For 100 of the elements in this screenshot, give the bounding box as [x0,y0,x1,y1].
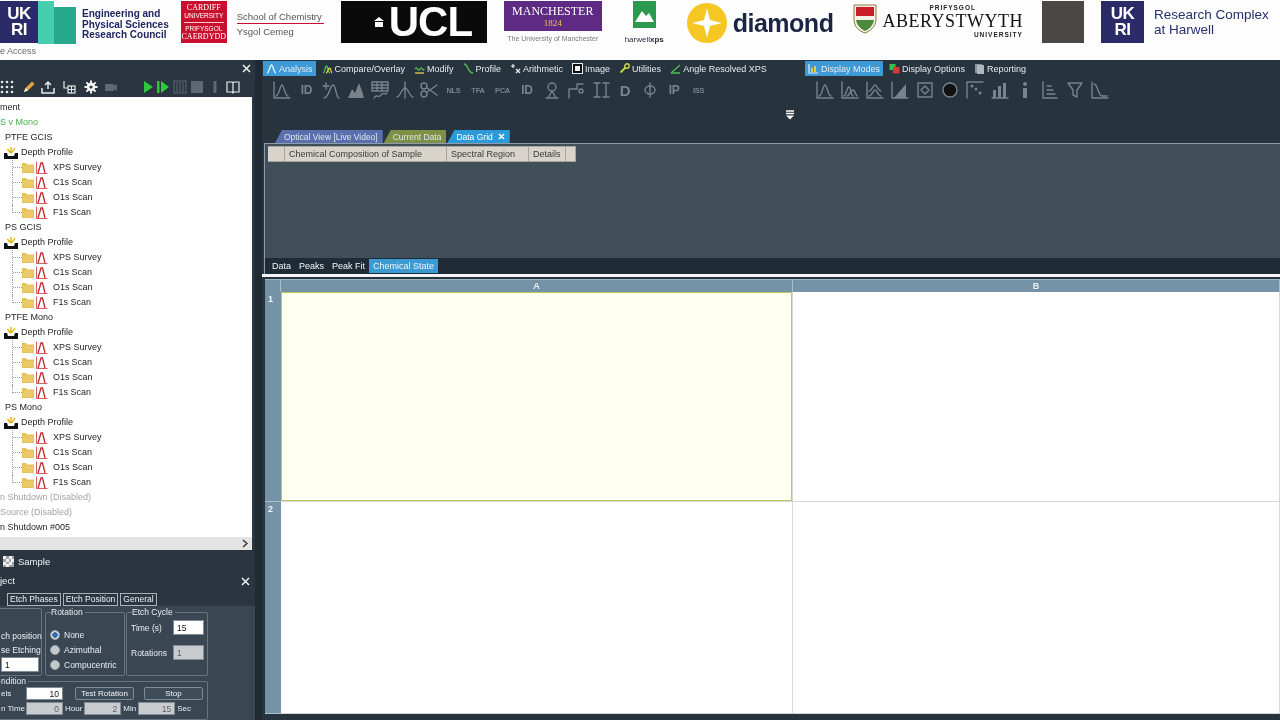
grid-cell[interactable] [281,502,793,714]
tree-item[interactable]: C1s Scan [53,176,93,189]
view-tab[interactable]: Peak Fit [328,259,370,273]
tree-item[interactable]: XPS Survey [53,341,102,354]
tree-item[interactable]: O1s Scan [53,191,93,204]
tree-item[interactable]: PS Mono [5,401,43,414]
option-label: Azimuthal [64,644,102,657]
tree-item[interactable]: F1s Scan [53,296,92,309]
funnel-icon[interactable] [1065,80,1085,100]
tree-item[interactable]: PS GCIS [5,221,42,234]
ribbon-tab[interactable]: Profile [459,61,505,76]
banner-caption: e Access [0,46,37,57]
tree-item[interactable]: O1s Scan [53,461,93,474]
radio-button[interactable] [50,645,60,655]
ribbon-tab[interactable]: Arithmetic [507,61,567,76]
close-icon[interactable] [242,64,251,73]
gear-icon[interactable] [84,80,98,94]
ribbon-tab[interactable]: Reporting [971,61,1030,76]
add-peak-icon[interactable] [321,80,341,100]
panel-tab[interactable]: Sample [0,553,51,569]
play-icon[interactable] [141,80,155,94]
book-icon[interactable] [226,80,240,94]
bar-chart-icon[interactable] [990,80,1010,100]
split-curve-icon[interactable] [394,80,415,100]
grid-dots-icon[interactable] [0,80,14,94]
ribbon-tab[interactable]: Compare/Overlay [318,61,409,76]
document-tab[interactable]: Optical View [Live Video] [275,130,383,143]
folder-icon [22,192,34,203]
grid-cell[interactable] [793,292,1280,502]
tree-item[interactable]: O1s Scan [53,371,93,384]
input-field[interactable]: 1 [1,657,39,672]
input-field[interactable]: 15 [173,620,204,635]
tree-item[interactable]: XPS Survey [53,431,102,444]
chart-icon [808,63,819,74]
tree-item[interactable]: PTFE GCIS [5,131,53,144]
table-header-cell[interactable]: Details [529,146,566,162]
ball-icon[interactable] [940,80,960,100]
input-field[interactable]: 10 [26,687,63,700]
ribbon-tab[interactable]: Modify [411,61,457,76]
framed-square-icon[interactable] [915,80,935,100]
grid-cell[interactable] [793,502,1280,714]
building-icon [372,16,385,28]
radio-button[interactable] [50,630,60,640]
ribbon-tab[interactable]: Display Options [886,61,969,76]
tree-item[interactable]: Depth Profile [21,416,74,429]
tray-icon[interactable] [41,80,55,94]
tree-item[interactable]: XPS Survey [53,251,102,264]
ribbon-tab[interactable]: Image [569,61,614,76]
tree-item[interactable]: ment [0,101,20,114]
radio-button[interactable] [50,660,60,670]
stacked-peaks-icon[interactable] [865,80,885,100]
chevron-right-icon[interactable] [242,539,248,548]
logo-text: CARDIFF [186,3,221,12]
tree-item[interactable]: PTFE Mono [5,311,53,324]
axis-icon[interactable] [1040,80,1060,100]
tree-item[interactable]: C1s Scan [53,356,93,369]
tree-item[interactable]: O1s Scan [53,281,93,294]
table-icon[interactable] [370,80,390,100]
grid-cell[interactable] [281,292,793,502]
tree-item[interactable]: C1s Scan [53,266,93,279]
view-tab[interactable]: Data [268,259,295,273]
view-tab[interactable]: Peaks [295,259,329,273]
group-title: Rotation [51,608,84,617]
ribbon-tab[interactable]: Utilities [616,61,665,76]
step-curve-icon[interactable] [1090,80,1110,100]
tree-grid-icon[interactable] [62,80,76,94]
tree-item[interactable]: F1s Scan [53,206,92,219]
close-icon[interactable] [241,576,250,586]
tree-item[interactable]: C1s Scan [53,446,93,459]
tree-item[interactable]: n Shutdown #005 [0,521,71,534]
collapse-icon[interactable] [785,110,795,120]
step-line-icon[interactable] [566,80,586,100]
action-button[interactable]: Test Rotation [75,687,134,700]
scissors-icon[interactable] [419,80,439,100]
action-button[interactable]: Stop [144,687,203,700]
tree-item[interactable]: F1s Scan [53,386,92,399]
tree-item[interactable]: Depth Profile [21,146,74,159]
overlaid-peaks-icon[interactable] [840,80,860,100]
filled-peak-icon[interactable] [890,80,910,100]
pencil-icon[interactable] [22,80,36,94]
tree-item[interactable]: Depth Profile [21,326,74,339]
tree-connector [12,430,22,445]
table-header-cell[interactable]: Chemical Composition of Sample [285,146,447,162]
tree-item[interactable]: XPS Survey [53,161,102,174]
peak-icon [36,356,48,369]
panel-tab[interactable]: Etch Phases [7,593,61,606]
horizontal-scrollbar[interactable] [0,537,252,550]
peak-icon [36,296,48,309]
panel-tab[interactable]: Etch Position [62,593,119,606]
folder-icon [22,387,34,398]
step-play-icon[interactable] [156,80,170,94]
peak-chart-icon[interactable] [815,80,835,100]
peak-chart-icon[interactable] [272,80,292,100]
table-header-cell[interactable]: Spectral Region [447,146,529,162]
i-beams-icon[interactable] [590,80,611,100]
tree-item[interactable]: Depth Profile [21,236,74,249]
ribbon-tab[interactable]: Angle Resolved XPS [667,61,770,76]
panel-tab[interactable]: General [120,593,157,606]
scatter-icon[interactable] [965,80,985,100]
tree-item[interactable]: F1s Scan [53,476,92,489]
